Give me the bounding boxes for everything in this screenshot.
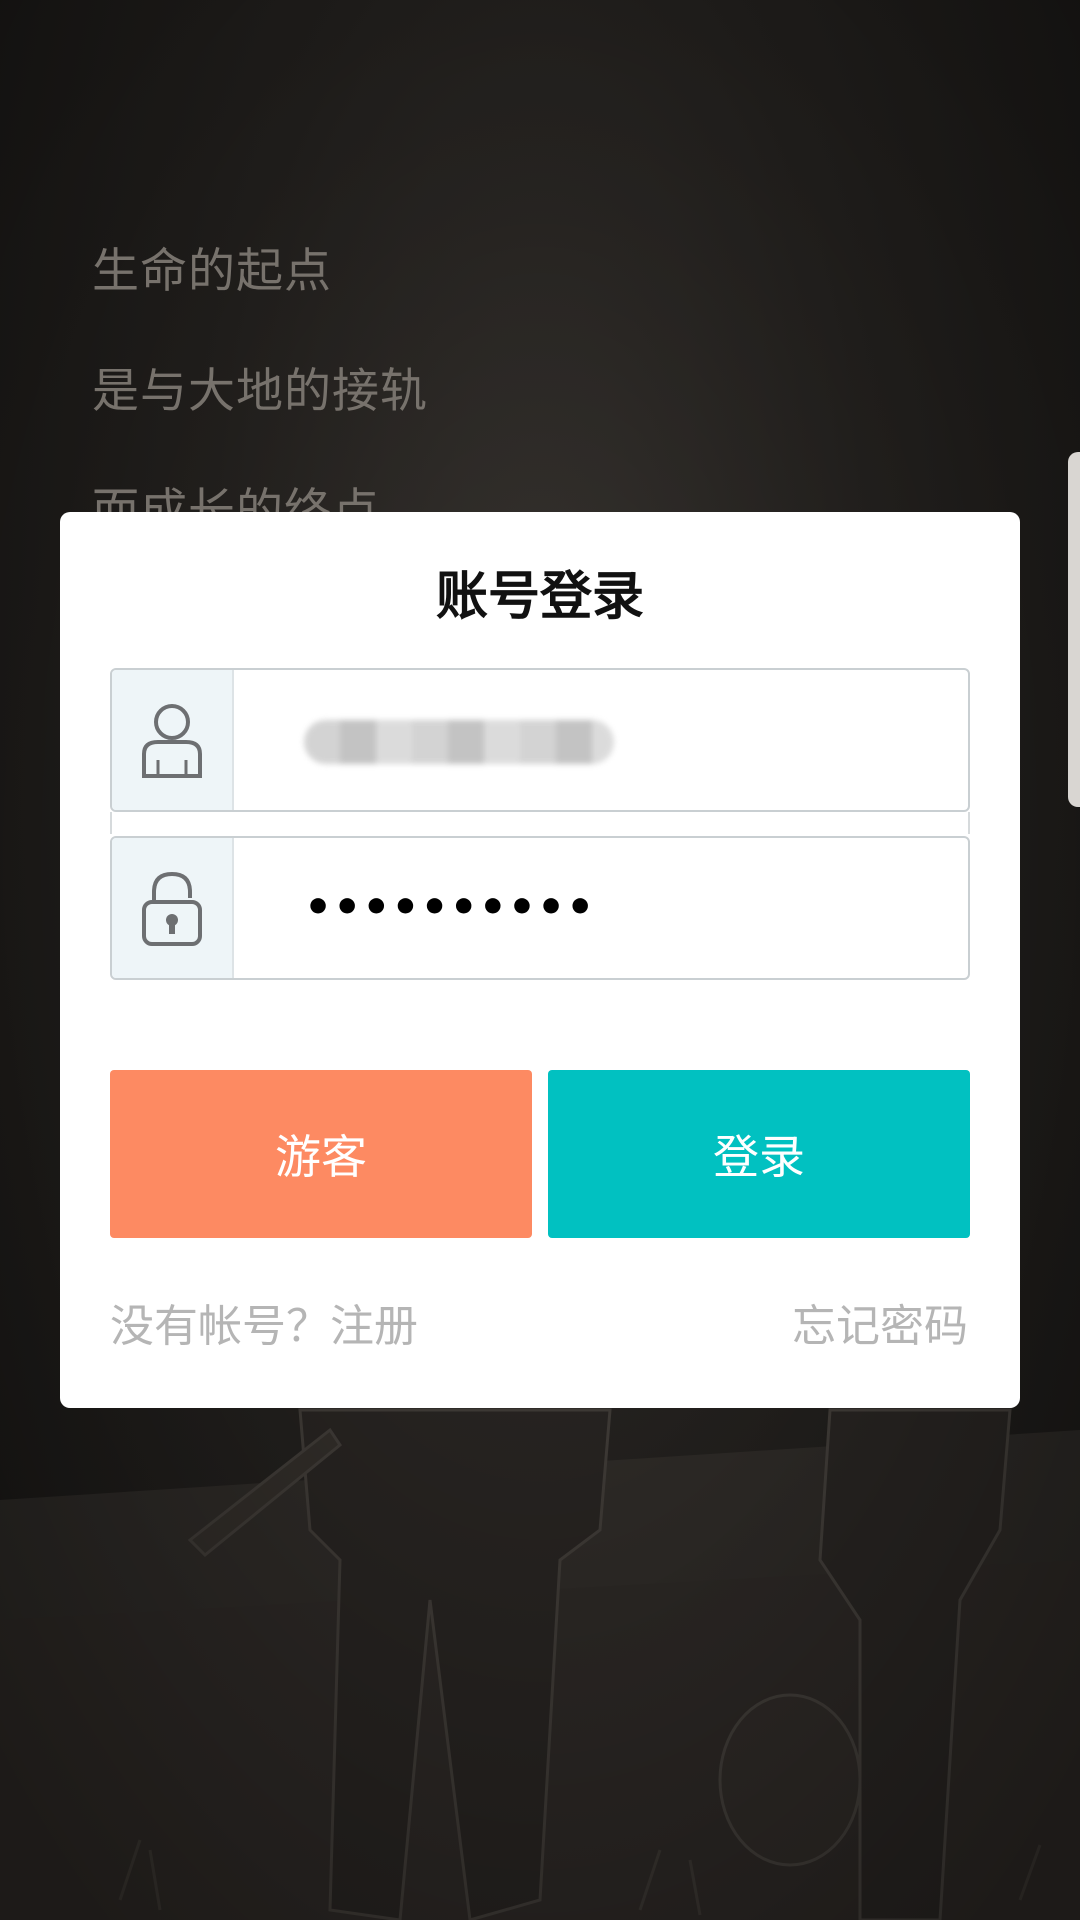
password-field[interactable]: •••••••••• [110, 836, 970, 980]
user-icon [142, 704, 202, 778]
username-field[interactable] [110, 668, 970, 812]
lock-icon [142, 871, 202, 946]
side-drawer-handle[interactable] [1068, 452, 1080, 807]
poem-line-2: 是与大地的接轨 [92, 364, 428, 419]
password-value: •••••••••• [304, 882, 596, 933]
register-link[interactable]: 没有帐号？注册 [110, 1290, 418, 1354]
dialog-title: 账号登录 [435, 567, 644, 627]
login-dialog: 账号登录 •••••••••• 游客 登录 没有帐号？注册 忘记密码 [60, 512, 1020, 1408]
guest-button[interactable]: 游客 [110, 1070, 532, 1238]
password-icon-box [112, 838, 234, 978]
login-button[interactable]: 登录 [548, 1070, 970, 1238]
field-separator [110, 812, 970, 834]
guest-button-label: 游客 [275, 1130, 367, 1184]
poem-line-1: 生命的起点 [92, 244, 332, 299]
username-value-redacted [304, 720, 614, 764]
username-icon-box [112, 670, 234, 810]
forgot-password-link[interactable]: 忘记密码 [792, 1290, 968, 1354]
login-button-label: 登录 [713, 1130, 805, 1184]
login-screen: 生命的起点 是与大地的接轨 而成长的终点 账号登录 [0, 0, 1080, 1920]
